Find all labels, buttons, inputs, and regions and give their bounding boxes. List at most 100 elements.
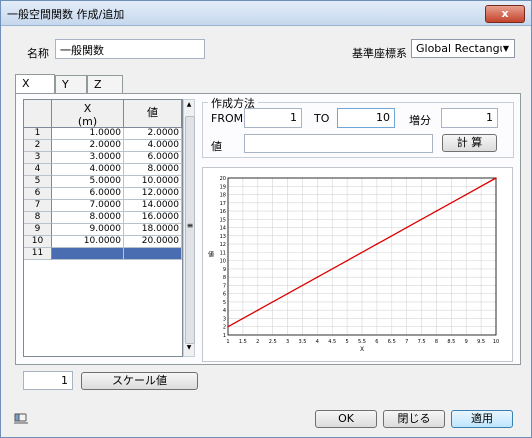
table-corner-header	[24, 100, 52, 128]
cell-x[interactable]: 1.0000	[52, 128, 124, 140]
y-tick-label: 4	[223, 308, 226, 314]
table-row[interactable]: 9 9.0000 18.0000	[24, 224, 182, 236]
title-bar: 一般空間関数 作成/追加 x	[1, 1, 531, 26]
from-input-value: 1	[290, 111, 297, 124]
x-tick-label: 5.5	[358, 339, 366, 345]
table-header-x[interactable]: X (m)	[52, 100, 124, 128]
x-tick-label: 8	[435, 339, 438, 345]
cell-value[interactable]: 20.0000	[124, 236, 182, 248]
cell-value[interactable]: 12.0000	[124, 188, 182, 200]
row-number: 8	[24, 212, 52, 224]
table-row[interactable]: 8 8.0000 16.0000	[24, 212, 182, 224]
calculate-button[interactable]: 計 算	[442, 134, 497, 152]
y-tick-label: 19	[220, 184, 226, 190]
x-tick-label: 1	[226, 339, 229, 345]
cell-value[interactable]: 6.0000	[124, 152, 182, 164]
y-axis-label: 値	[208, 251, 214, 259]
scale-input[interactable]: 1	[23, 371, 73, 390]
tab-y[interactable]: Y	[55, 75, 87, 93]
cell-value[interactable]: 18.0000	[124, 224, 182, 236]
cell-x[interactable]: 5.0000	[52, 176, 124, 188]
x-tick-label: 10	[493, 339, 499, 345]
cell-x-selected[interactable]	[52, 248, 124, 260]
from-label: FROM	[211, 112, 244, 125]
row-number: 2	[24, 140, 52, 152]
cell-x[interactable]: 9.0000	[52, 224, 124, 236]
x-axis-label: X	[360, 346, 364, 353]
x-tick-label: 8.5	[447, 339, 455, 345]
coord-system-select[interactable]: Global Rectangular ▼	[411, 39, 515, 58]
data-point	[405, 226, 408, 229]
scale-button[interactable]: スケール値	[81, 372, 198, 390]
data-point	[376, 243, 378, 245]
x-tick-label: 5	[346, 339, 349, 345]
data-point	[256, 309, 259, 312]
x-tick-label: 3	[286, 339, 289, 345]
tab-z[interactable]: Z	[87, 75, 123, 93]
cell-value[interactable]: 10.0000	[124, 176, 182, 188]
row-number: 3	[24, 152, 52, 164]
x-tick-label: 9.5	[477, 339, 485, 345]
y-tick-label: 11	[220, 250, 226, 256]
cell-x[interactable]: 10.0000	[52, 236, 124, 248]
coord-system-label: 基準座標系	[352, 47, 407, 60]
y-tick-label: 14	[220, 226, 226, 232]
scroll-up-icon[interactable]: ▲	[185, 101, 193, 111]
x-tick-label: 6.5	[388, 339, 396, 345]
cell-x[interactable]: 8.0000	[52, 212, 124, 224]
y-tick-label: 20	[220, 176, 226, 182]
ok-button[interactable]: OK	[315, 410, 377, 428]
y-tick-label: 16	[220, 209, 226, 215]
chevron-down-icon: ▼	[502, 44, 510, 53]
cell-x[interactable]: 4.0000	[52, 164, 124, 176]
scrollbar-thumb[interactable]: ≡	[185, 116, 195, 344]
table-row[interactable]: 4 4.0000 8.0000	[24, 164, 182, 176]
cell-value[interactable]: 2.0000	[124, 128, 182, 140]
scroll-down-icon[interactable]: ▼	[185, 344, 193, 354]
close-button[interactable]: 閉じる	[383, 410, 445, 428]
cell-value-selected[interactable]	[124, 248, 182, 260]
eraser-icon[interactable]	[13, 411, 29, 425]
table-row[interactable]: 5 5.0000 10.0000	[24, 176, 182, 188]
row-number: 11	[24, 248, 52, 260]
dialog-window: 一般空間関数 作成/追加 x 名称 一般関数 基準座標系 Global Rect…	[0, 0, 532, 438]
y-tick-label: 13	[220, 234, 226, 240]
table-header-value[interactable]: 値	[124, 100, 182, 128]
table-row[interactable]: 1 1.0000 2.0000	[24, 128, 182, 140]
cell-x[interactable]: 6.0000	[52, 188, 124, 200]
apply-button[interactable]: 適用	[451, 410, 513, 428]
to-input[interactable]: 10	[337, 108, 395, 128]
cell-x[interactable]: 3.0000	[52, 152, 124, 164]
function-chart: 1 1.5 2 2.5 3 3.5 4 4.5 5 5.5 6 6.5 7 7.5 8 8.5 9 9.5 10 1 2…	[202, 167, 513, 362]
cell-value[interactable]: 4.0000	[124, 140, 182, 152]
cell-x[interactable]: 7.0000	[52, 200, 124, 212]
table-row[interactable]: 10 10.0000 20.0000	[24, 236, 182, 248]
x-tick-label: 9	[465, 339, 468, 345]
table-row[interactable]: 3 3.0000 6.0000	[24, 152, 182, 164]
x-tick-label: 1.5	[239, 339, 247, 345]
close-window-button[interactable]: x	[485, 5, 525, 23]
table-vertical-scrollbar[interactable]: ▲ ≡ ▼	[183, 99, 195, 357]
y-tick-label: 8	[223, 275, 226, 281]
to-input-value: 10	[376, 111, 390, 124]
table-row[interactable]: 2 2.0000 4.0000	[24, 140, 182, 152]
cell-value[interactable]: 16.0000	[124, 212, 182, 224]
cell-x[interactable]: 2.0000	[52, 140, 124, 152]
row-number: 10	[24, 236, 52, 248]
name-input[interactable]: 一般関数	[55, 39, 205, 59]
step-input[interactable]: 1	[441, 108, 498, 128]
data-point	[495, 177, 497, 179]
data-point	[346, 259, 348, 262]
value-input[interactable]	[244, 134, 433, 153]
value-label: 値	[211, 140, 222, 153]
tab-x[interactable]: X	[15, 74, 55, 94]
cell-value[interactable]: 14.0000	[124, 200, 182, 212]
table-row[interactable]: 7 7.0000 14.0000	[24, 200, 182, 212]
row-number: 1	[24, 128, 52, 140]
cell-value[interactable]: 8.0000	[124, 164, 182, 176]
x-tick-label: 4	[316, 339, 319, 345]
from-input[interactable]: 1	[244, 108, 302, 128]
table-row[interactable]: 6 6.0000 12.0000	[24, 188, 182, 200]
table-row-new[interactable]: 11	[24, 248, 182, 260]
data-table[interactable]: X (m) 値 1 1.0000 2.0000 2 2.0000 4.0000 3 3.000…	[23, 99, 183, 357]
